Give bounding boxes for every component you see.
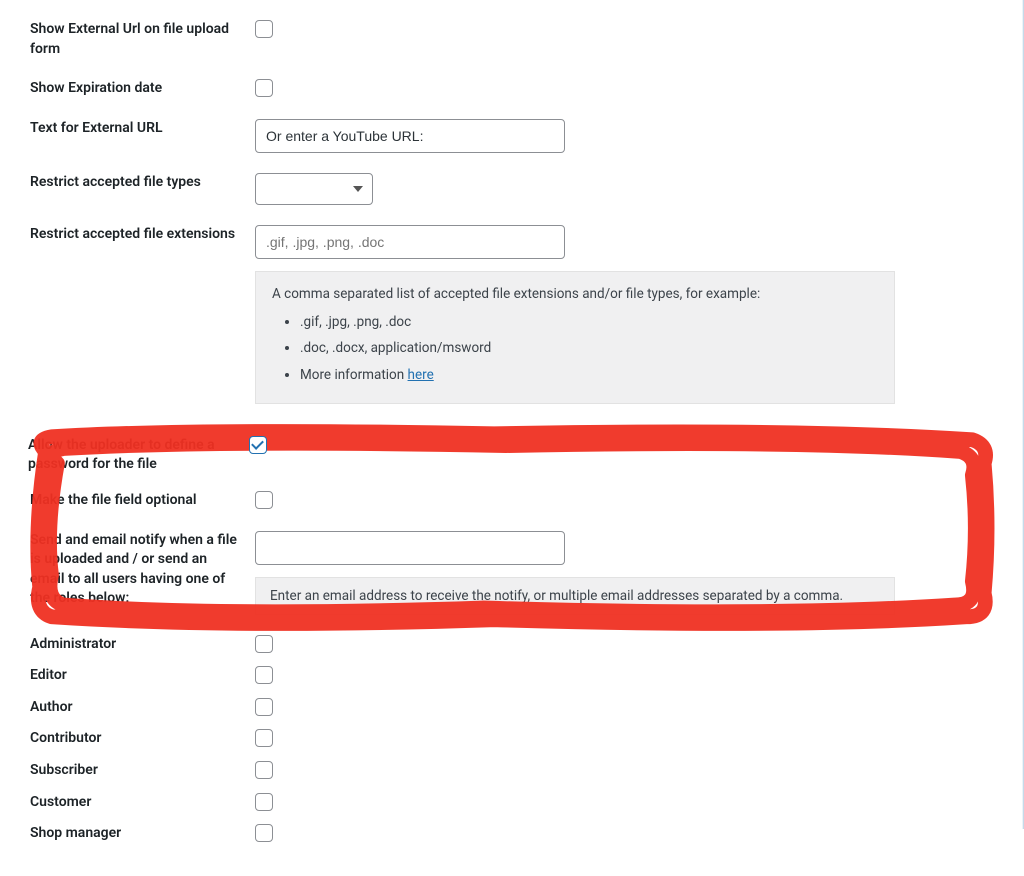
label-allow-password: Allow the uploader to define a password … [28,436,239,475]
select-restrict-types[interactable] [255,173,373,205]
hint-email-notify: Enter an email address to receive the no… [255,577,895,615]
hint-item: .doc, .docx, application/msword [300,338,878,358]
input-text-external-url[interactable] [255,119,565,153]
row-role: Author [30,698,994,718]
checkbox-role[interactable] [255,666,273,684]
input-restrict-extensions[interactable] [255,225,565,259]
row-role: Customer [30,793,994,813]
roles-section: Administrator Editor Author Contributor Subs… [30,635,994,844]
label-role: Customer [30,793,245,813]
row-file-optional: Make the file field optional [30,491,994,511]
checkbox-role[interactable] [255,761,273,779]
label-role: Shop manager [30,824,245,844]
label-role: Administrator [30,635,245,655]
link-more-info[interactable]: here [408,367,434,383]
label-role: Author [30,698,245,718]
label-role: Editor [30,666,245,686]
row-restrict-extensions: Restrict accepted file extensions A comm… [30,225,994,404]
checkbox-role[interactable] [255,698,273,716]
label-restrict-types: Restrict accepted file types [30,173,245,193]
label-file-optional: Make the file field optional [30,491,245,511]
input-email-notify[interactable] [255,531,565,565]
hint-item: More information here [300,365,878,385]
label-restrict-extensions: Restrict accepted file extensions [30,225,245,245]
hint-item: .gif, .jpg, .png, .doc [300,312,878,332]
checkbox-role[interactable] [255,824,273,842]
label-text-external-url: Text for External URL [30,119,245,139]
row-email-notify: Send and email notify when a file is upl… [30,531,994,615]
checkbox-file-optional[interactable] [255,491,273,509]
checkbox-show-external-url[interactable] [255,20,273,38]
row-role: Administrator [30,635,994,655]
row-allow-password: Allow the uploader to define a password … [24,424,994,487]
label-show-expiration: Show Expiration date [30,79,245,99]
hint-lead: A comma separated list of accepted file … [272,286,760,302]
label-email-notify: Send and email notify when a file is upl… [30,531,245,609]
checkbox-role[interactable] [255,793,273,811]
row-role: Shop manager [30,824,994,844]
checkbox-role[interactable] [255,729,273,747]
row-role: Subscriber [30,761,994,781]
hint-restrict-extensions: A comma separated list of accepted file … [255,271,895,404]
row-show-expiration: Show Expiration date [30,79,994,99]
checkbox-show-expiration[interactable] [255,79,273,97]
row-role: Editor [30,666,994,686]
row-text-external-url: Text for External URL [30,119,994,153]
settings-form: Show External Url on file upload form Sh… [30,20,994,844]
checkbox-role[interactable] [255,635,273,653]
row-restrict-types: Restrict accepted file types [30,173,994,205]
row-show-external-url: Show External Url on file upload form [30,20,994,59]
row-role: Contributor [30,729,994,749]
label-show-external-url: Show External Url on file upload form [30,20,245,59]
label-role: Subscriber [30,761,245,781]
checkbox-allow-password[interactable] [249,436,267,454]
label-role: Contributor [30,729,245,749]
